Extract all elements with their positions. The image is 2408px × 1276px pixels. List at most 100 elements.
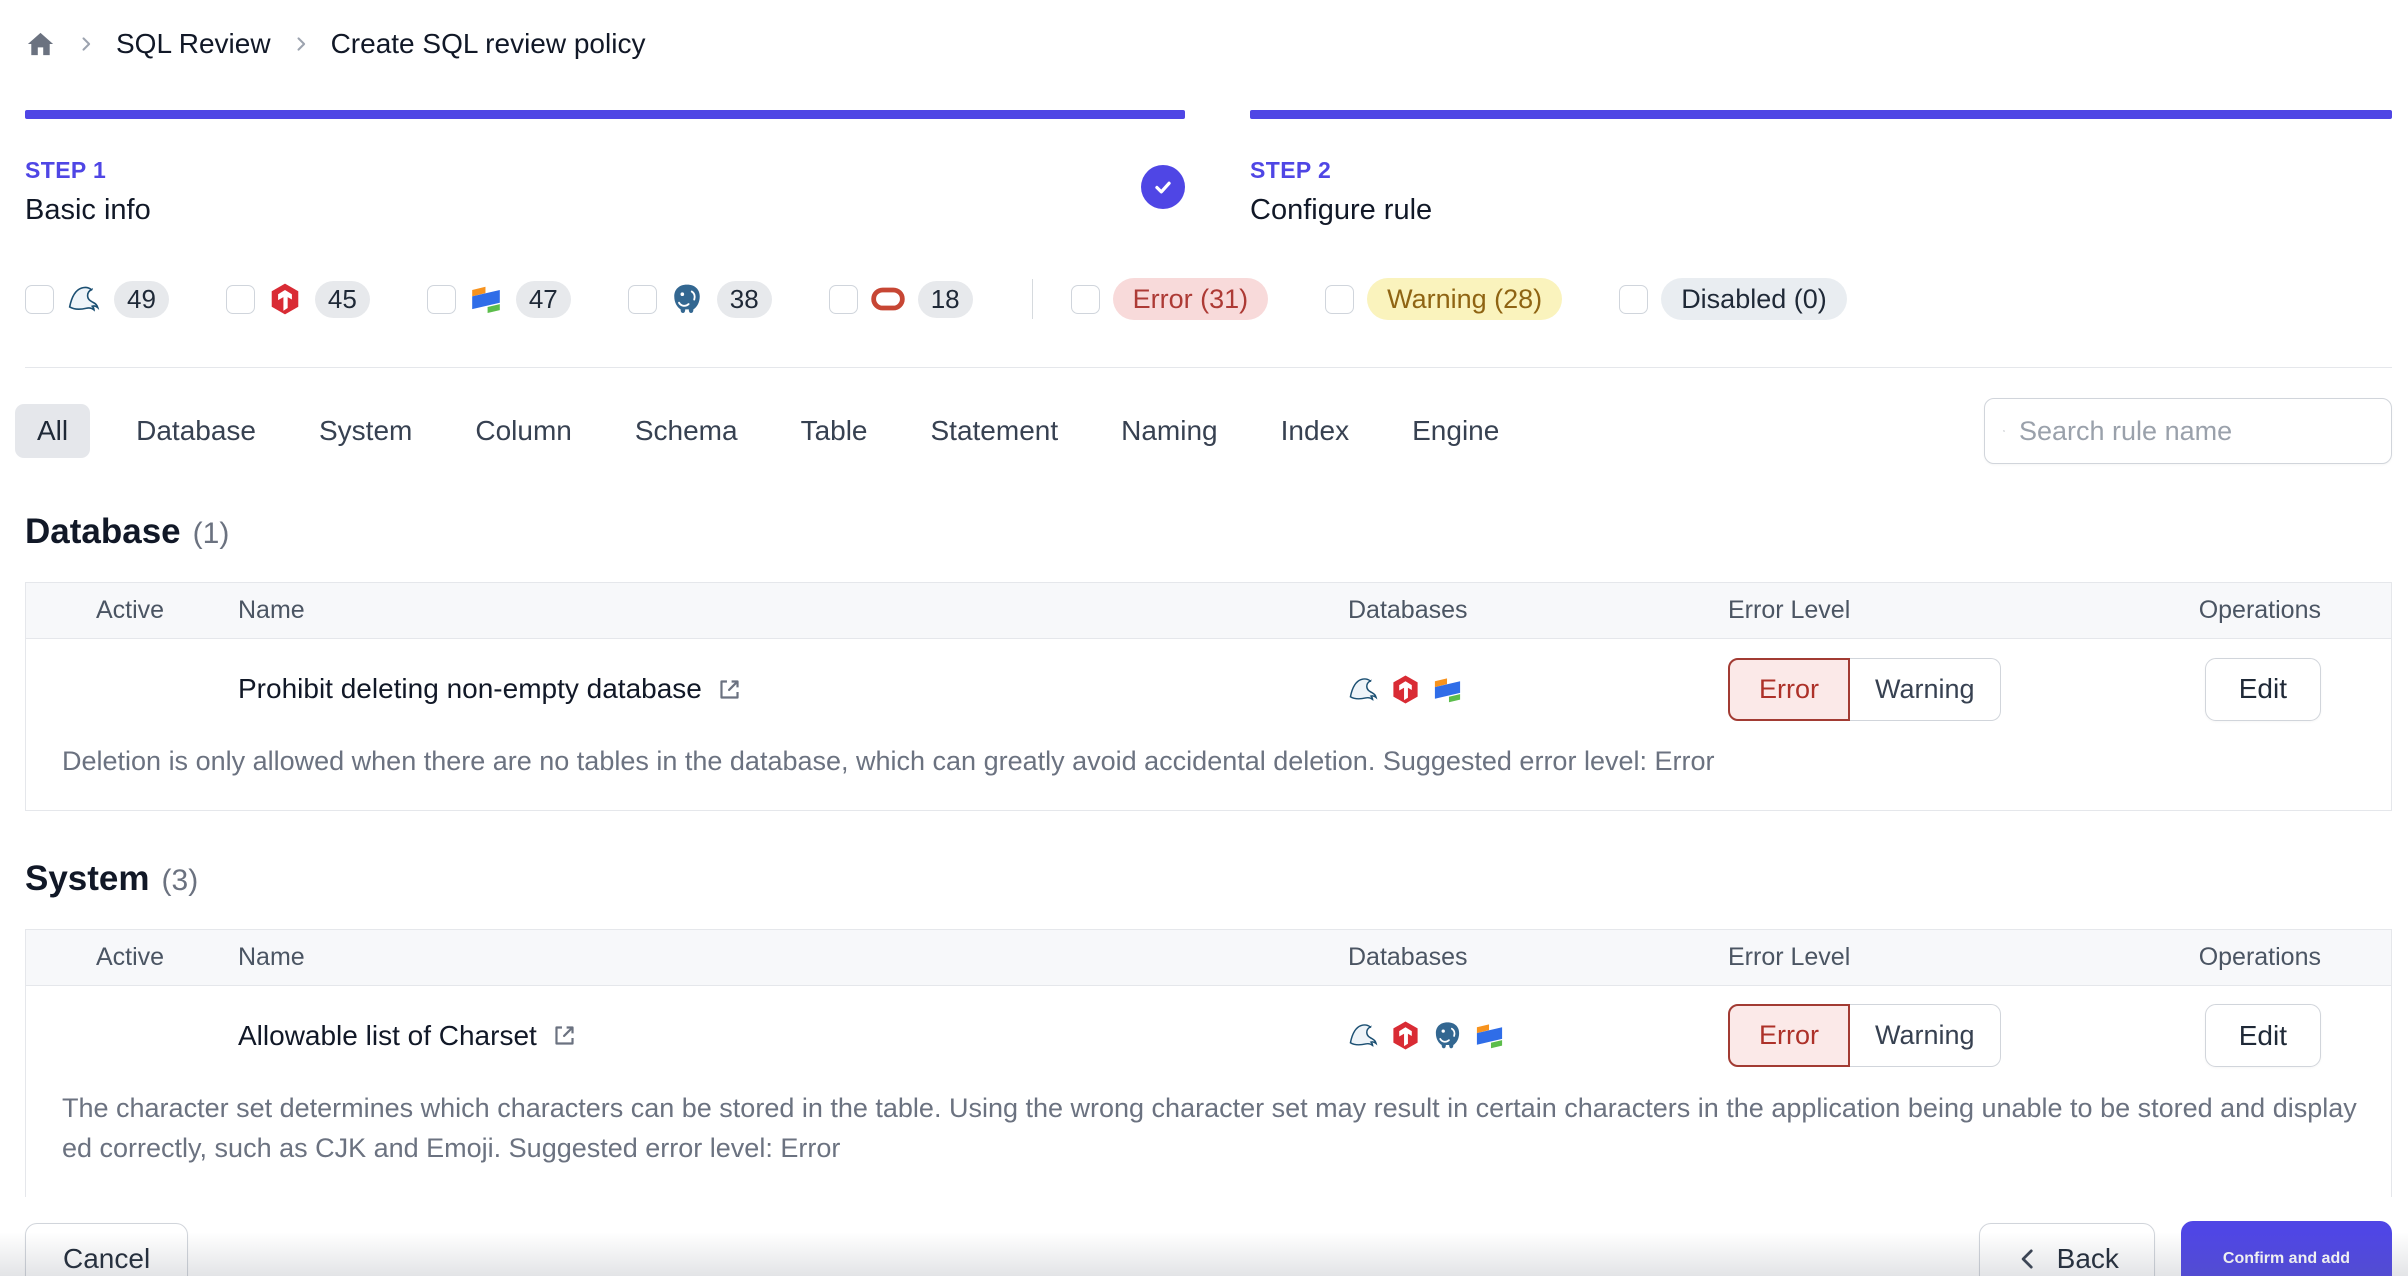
table-row: Allowable list of Charset Error Warning …: [26, 986, 2391, 1086]
col-operations: Operations: [2198, 942, 2321, 971]
filter-mysql: 49: [25, 280, 169, 318]
section-title: System: [25, 858, 150, 898]
cancel-button[interactable]: Cancel: [25, 1222, 189, 1276]
tab-engine[interactable]: Engine: [1412, 404, 1499, 458]
tab-schema[interactable]: Schema: [635, 404, 738, 458]
rule-description: Deletion is only allowed when there are …: [62, 746, 1715, 776]
filter-oracle: 18: [828, 280, 973, 318]
filter-tidb: 45: [225, 280, 370, 318]
disabled-filter-pill[interactable]: Disabled (0): [1661, 278, 1847, 320]
section-title: Database: [25, 512, 181, 551]
postgres-count-badge: 38: [716, 280, 772, 318]
section-count: (1): [192, 517, 230, 550]
oracle-checkbox[interactable]: [828, 284, 858, 314]
table-row: Prohibit deleting non-empty database Err…: [26, 639, 2391, 739]
oceanbase-count-badge: 47: [515, 280, 571, 318]
tidb-icon: [1390, 674, 1421, 705]
breadcrumb-sql-review[interactable]: SQL Review: [116, 28, 271, 60]
disabled-filter-checkbox[interactable]: [1619, 284, 1649, 314]
error-filter-pill[interactable]: Error (31): [1112, 278, 1269, 320]
col-name: Name: [238, 942, 305, 971]
mysql-count-badge: 49: [114, 280, 169, 318]
mysql-icon: [67, 282, 101, 316]
chevron-right-icon: [291, 34, 311, 54]
oracle-icon: [871, 282, 905, 316]
section-heading-database: Database (1): [25, 512, 2392, 552]
section-heading-system: System (3): [25, 859, 2392, 899]
chevron-left-icon: [2015, 1246, 2041, 1272]
warning-filter-pill[interactable]: Warning (28): [1367, 278, 1563, 320]
mysql-icon: [1348, 1020, 1379, 1051]
breadcrumb: SQL Review Create SQL review policy: [25, 22, 2392, 66]
oceanbase-icon: [1474, 1020, 1505, 1051]
tidb-count-badge: 45: [314, 280, 370, 318]
step-2-title: Configure rule: [1250, 194, 1433, 226]
search-icon: [2003, 417, 2005, 445]
error-level-warning-button[interactable]: Warning: [1850, 1004, 2001, 1067]
database-rules-table: Active Name Databases Error Level Operat…: [25, 582, 2392, 811]
tab-system[interactable]: System: [319, 404, 412, 458]
home-icon[interactable]: [25, 29, 56, 60]
error-level-error-button[interactable]: Error: [1728, 657, 1850, 721]
filter-separator: [1031, 279, 1033, 319]
mysql-checkbox[interactable]: [25, 284, 54, 314]
external-link-icon[interactable]: [716, 676, 743, 703]
col-error-level: Error Level: [1728, 942, 1851, 971]
external-link-icon[interactable]: [551, 1022, 578, 1049]
section-divider: [25, 367, 2392, 368]
col-databases: Databases: [1348, 596, 1468, 624]
postgres-icon: [1432, 1020, 1463, 1051]
col-error-level: Error Level: [1728, 596, 1851, 624]
search-box: [1984, 398, 2392, 464]
error-level-warning-button[interactable]: Warning: [1850, 657, 2001, 721]
edit-button[interactable]: Edit: [2204, 657, 2321, 721]
tab-table[interactable]: Table: [801, 404, 868, 458]
back-button[interactable]: Back: [1978, 1222, 2155, 1276]
oceanbase-icon: [1432, 674, 1463, 705]
postgres-checkbox[interactable]: [627, 284, 657, 314]
table-header: Active Name Databases Error Level Operat…: [26, 929, 2391, 986]
oracle-count-badge: 18: [917, 280, 973, 318]
tab-all[interactable]: All: [15, 404, 91, 458]
error-level-selector: Error Warning: [1704, 657, 2084, 721]
col-databases: Databases: [1348, 942, 1468, 971]
section-count: (3): [161, 863, 199, 897]
tab-database[interactable]: Database: [136, 404, 256, 458]
warning-filter-checkbox[interactable]: [1325, 284, 1355, 314]
confirm-and-add-button[interactable]: Confirm and add: [2180, 1220, 2392, 1276]
oceanbase-icon: [469, 282, 503, 316]
step-1-title: Basic info: [25, 194, 151, 226]
edit-button[interactable]: Edit: [2204, 1004, 2321, 1067]
search-input[interactable]: [2019, 415, 2373, 447]
tab-column[interactable]: Column: [475, 404, 571, 458]
back-button-label: Back: [2056, 1242, 2119, 1274]
sql-review-policy-page: SQL Review Create SQL review policy STEP…: [0, 0, 2408, 1276]
chevron-right-icon: [76, 34, 96, 54]
postgres-icon: [670, 282, 704, 316]
tab-naming[interactable]: Naming: [1121, 404, 1217, 458]
rule-name: Allowable list of Charset: [238, 1019, 537, 1051]
error-filter-checkbox[interactable]: [1070, 284, 1100, 314]
step-1-progress-bar: [25, 110, 1185, 119]
oceanbase-checkbox[interactable]: [426, 284, 456, 314]
rule-databases: [1324, 674, 1704, 705]
col-active: Active: [96, 596, 165, 624]
step-1: STEP 1 Basic info: [25, 110, 1185, 227]
tidb-checkbox[interactable]: [225, 284, 255, 314]
footer-actions: Cancel Back Confirm and add: [25, 1220, 2392, 1276]
filter-bar: 49 45 47 38 18 Error (31) Warning (28) D…: [25, 277, 2392, 321]
step-2-label: STEP 2: [1250, 157, 1332, 183]
tab-statement[interactable]: Statement: [931, 404, 1059, 458]
error-level-error-button[interactable]: Error: [1728, 1004, 1850, 1067]
tab-index[interactable]: Index: [1281, 404, 1350, 458]
filter-error-level: Error (31): [1070, 278, 1269, 320]
filter-oceanbase: 47: [426, 280, 571, 318]
mysql-icon: [1348, 674, 1379, 705]
rule-databases: [1324, 1020, 1704, 1051]
stepper: STEP 1 Basic info STEP 2 Configure rule: [25, 110, 2392, 227]
filter-postgres: 38: [627, 280, 772, 318]
step-1-label: STEP 1: [25, 157, 107, 183]
tidb-icon: [1390, 1020, 1421, 1051]
step-1-completed-check-icon: [1141, 165, 1185, 209]
rule-name: Prohibit deleting non-empty database: [238, 673, 702, 704]
